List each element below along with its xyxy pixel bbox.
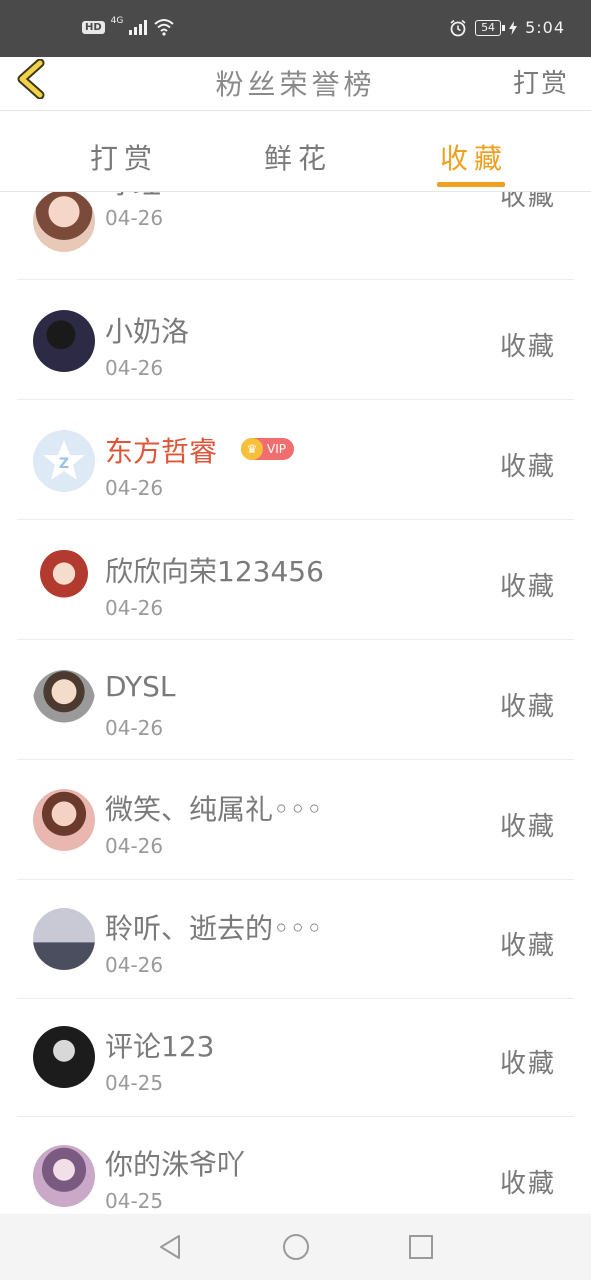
fan-date: 04-26 bbox=[105, 206, 164, 230]
avatar bbox=[33, 192, 95, 252]
fan-name: 小奶洛 bbox=[105, 315, 190, 348]
list-item[interactable]: 聆听、逝去的◦◦◦ 04-26 收藏 bbox=[17, 879, 574, 999]
avatar bbox=[33, 908, 95, 970]
fan-name: 欣欣向荣123456 bbox=[105, 555, 324, 588]
favorite-label: 收藏 bbox=[499, 452, 556, 482]
fan-name: DYSL bbox=[105, 670, 176, 703]
fan-name: 你的洙爷吖 bbox=[105, 1148, 246, 1181]
fan-date: 04-26 bbox=[105, 476, 164, 500]
wifi-icon bbox=[154, 19, 175, 36]
avatar bbox=[33, 789, 95, 851]
list-item[interactable]: DYSL 04-26 收藏 bbox=[17, 640, 574, 760]
system-nav-bar bbox=[0, 1214, 591, 1280]
status-bar: HD 4G 54 5:04 bbox=[0, 0, 591, 57]
active-tab-indicator bbox=[437, 182, 505, 187]
default-avatar-icon: Z bbox=[43, 440, 85, 480]
fan-date: 04-25 bbox=[105, 1189, 164, 1213]
avatar bbox=[33, 310, 95, 372]
avatar: Z bbox=[33, 430, 95, 492]
fan-name: 微笑、纯属礼◦◦◦ bbox=[105, 793, 323, 826]
charging-icon bbox=[509, 20, 518, 35]
hd-badge: HD bbox=[82, 20, 105, 34]
fan-list: 冰珏 04-26 收藏 小奶洛 04-26 收藏 Z 东方哲睿 ♛VIP 04-… bbox=[0, 192, 591, 1214]
reward-button[interactable]: 打赏 bbox=[513, 63, 569, 100]
fan-date: 04-26 bbox=[105, 953, 164, 977]
fan-date: 04-26 bbox=[105, 356, 164, 380]
fan-date: 04-26 bbox=[105, 596, 164, 620]
fan-date: 04-25 bbox=[105, 1071, 164, 1095]
status-left: HD 4G bbox=[82, 16, 175, 36]
fan-name: 聆听、逝去的◦◦◦ bbox=[105, 912, 323, 945]
favorite-label: 收藏 bbox=[499, 1169, 556, 1199]
avatar bbox=[33, 1145, 95, 1207]
avatar bbox=[33, 670, 95, 732]
favorite-label: 收藏 bbox=[499, 931, 556, 961]
favorite-label: 收藏 bbox=[499, 572, 556, 602]
tab-flowers[interactable]: 鲜花 bbox=[264, 137, 332, 177]
list-item[interactable]: 小奶洛 04-26 收藏 bbox=[17, 280, 574, 400]
favorite-label: 收藏 bbox=[499, 192, 556, 212]
signal-icon bbox=[129, 19, 148, 35]
avatar bbox=[33, 1026, 95, 1088]
alarm-icon bbox=[450, 19, 466, 36]
network-type: 4G bbox=[110, 16, 124, 26]
battery-icon: 54 bbox=[475, 19, 506, 36]
fan-name: 东方哲睿 bbox=[105, 435, 218, 468]
app-header: 粉丝荣誉榜 打赏 bbox=[0, 57, 591, 111]
tab-reward[interactable]: 打赏 bbox=[90, 137, 158, 177]
tab-favorites[interactable]: 收藏 bbox=[440, 137, 508, 177]
list-item[interactable]: 评论123 04-25 收藏 bbox=[17, 997, 574, 1117]
list-item[interactable]: 你的洙爷吖 04-25 收藏 bbox=[17, 1117, 574, 1214]
fan-date: 04-26 bbox=[105, 834, 164, 858]
page-title: 粉丝荣誉榜 bbox=[215, 68, 376, 101]
recents-nav-icon[interactable] bbox=[406, 1232, 436, 1262]
favorite-label: 收藏 bbox=[499, 692, 556, 722]
avatar bbox=[33, 550, 95, 612]
crown-icon: ♛ bbox=[241, 438, 263, 460]
list-item[interactable]: 微笑、纯属礼◦◦◦ 04-26 收藏 bbox=[17, 760, 574, 880]
clock: 5:04 bbox=[525, 18, 565, 37]
home-nav-icon[interactable] bbox=[281, 1232, 311, 1262]
fan-name: 评论123 bbox=[105, 1030, 215, 1063]
svg-text:Z: Z bbox=[59, 456, 69, 472]
status-right: 54 5:04 bbox=[449, 18, 565, 37]
back-nav-icon[interactable] bbox=[155, 1232, 185, 1262]
favorite-label: 收藏 bbox=[499, 332, 556, 362]
tab-bar: 打赏 鲜花 收藏 bbox=[0, 111, 591, 192]
list-item[interactable]: 冰珏 04-26 收藏 bbox=[17, 192, 574, 280]
vip-badge: ♛ VIP bbox=[241, 438, 294, 460]
list-item[interactable]: Z 东方哲睿 ♛ VIP 04-26 收藏 bbox=[17, 400, 574, 520]
fan-date: 04-26 bbox=[105, 716, 164, 740]
fan-name: 冰珏 bbox=[105, 192, 161, 202]
favorite-label: 收藏 bbox=[499, 1049, 556, 1079]
favorite-label: 收藏 bbox=[499, 812, 556, 842]
list-item[interactable]: 欣欣向荣123456 04-26 收藏 bbox=[17, 520, 574, 640]
